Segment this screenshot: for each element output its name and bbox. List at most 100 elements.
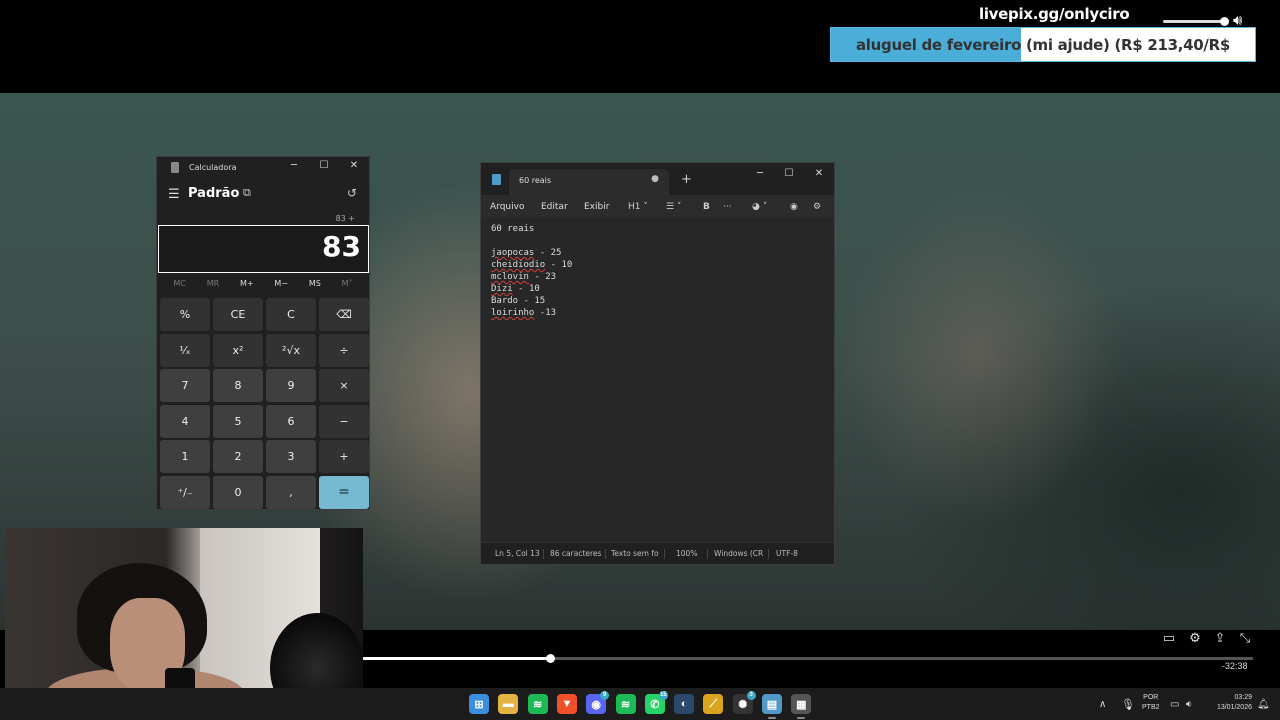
negate-button[interactable]: ⁺/₋ — [160, 475, 210, 509]
brave-icon[interactable]: ▼ — [556, 694, 577, 714]
microphone-icon[interactable]: 🎙︎ — [1121, 688, 1135, 720]
digit-1-button[interactable]: 1 — [160, 440, 210, 473]
maximize-button[interactable]: ☐ — [317, 160, 331, 171]
backspace-button[interactable]: ⌫ — [319, 298, 369, 331]
multiply-button[interactable]: × — [319, 369, 369, 402]
volume-knob[interactable] — [1220, 17, 1229, 26]
zoom-level[interactable]: 100% — [676, 549, 697, 558]
tray-overflow-icon[interactable]: ∧ — [1099, 688, 1106, 720]
menu-exibir[interactable]: Exibir — [584, 196, 609, 218]
menu-arquivo[interactable]: Arquivo — [490, 196, 524, 218]
text-line: cheidiodio - 10 — [491, 259, 821, 271]
digit-7-button[interactable]: 7 — [160, 369, 210, 402]
list-dropdown-icon[interactable]: ☰ ˅ — [666, 196, 681, 218]
square-button[interactable]: x² — [213, 333, 263, 367]
decimal-button[interactable]: , — [266, 475, 316, 509]
seek-bar-knob[interactable] — [545, 654, 555, 663]
clear-entry-button[interactable]: CE — [213, 298, 263, 331]
notepad-tab-title: 60 reais — [519, 176, 552, 185]
digit-0-button[interactable]: 0 — [213, 475, 263, 509]
bold-button[interactable]: B — [703, 196, 710, 218]
notepad-titlebar[interactable]: 60 reais ● + ─ ☐ ✕ — [481, 163, 834, 195]
digit-2-button[interactable]: 2 — [213, 440, 263, 473]
calculator-titlebar[interactable]: Calculadora ─ ☐ ✕ — [157, 157, 369, 179]
divide-button[interactable]: ÷ — [319, 333, 369, 367]
notepad-settings-icon[interactable]: ⚙ — [813, 196, 821, 218]
digit-4-button[interactable]: 4 — [160, 404, 210, 438]
calculator-keypad: % CE C ⌫ ¹⁄ₓ x² ²√x ÷ 7 8 9 × 4 5 6− 1 2 3 + ⁺/₋ 0, = — [160, 298, 369, 509]
windows-start-icon[interactable]: ⊞ — [469, 694, 489, 714]
whatsapp-icon[interactable]: ✆ 15 — [644, 691, 668, 714]
network-icon[interactable]: ▭ — [1170, 688, 1179, 720]
chatgpt-icon[interactable]: ✺ 3 — [732, 691, 756, 714]
layout-label: PTB2 — [1142, 704, 1160, 711]
equals-button[interactable]: = — [319, 475, 369, 509]
text-run: Bardo - 15 — [491, 296, 546, 306]
memory-button[interactable]: M− — [274, 279, 288, 295]
history-icon[interactable]: ↺ — [347, 186, 357, 200]
keyboard-language[interactable]: POR PTB2 — [1142, 693, 1160, 713]
calculator-icon[interactable]: ▦ — [791, 694, 812, 714]
hamburger-menu-icon[interactable]: ☰ — [168, 187, 180, 202]
notepad-tab[interactable]: 60 reais ● — [509, 169, 669, 195]
add-button[interactable]: + — [319, 440, 369, 473]
subtract-button[interactable]: − — [319, 404, 369, 438]
text-format: Texto sem fo — [611, 549, 659, 558]
digit-9-button[interactable]: 9 — [266, 369, 316, 402]
memory-button[interactable]: M+ — [240, 279, 254, 295]
speaker-icon[interactable]: 🔉︎ — [1186, 688, 1192, 720]
memory-button[interactable]: MR — [207, 279, 219, 295]
status-divider — [543, 549, 544, 559]
text-line: jaopocas - 25 — [491, 247, 821, 259]
percent-button[interactable]: % — [160, 298, 210, 331]
more-tools-button[interactable]: ··· — [723, 196, 732, 218]
exit-fullscreen-icon[interactable]: ⤡ — [1236, 630, 1254, 646]
notepad-maximize-button[interactable]: ☐ — [782, 168, 796, 179]
clock-time: 03:29 — [1234, 694, 1252, 701]
memory-button[interactable]: MC — [173, 279, 186, 295]
spotify-2-icon[interactable]: ≋ — [615, 694, 636, 714]
memory-button[interactable]: M˅ — [342, 279, 353, 295]
unsaved-dot-icon[interactable]: ● — [651, 174, 659, 184]
clear-button[interactable]: C — [266, 298, 316, 331]
square-root-button[interactable]: ²√x — [266, 333, 316, 367]
share-icon[interactable]: ⇪ — [1211, 630, 1229, 646]
arrow-app-icon[interactable]: ⟋ — [703, 694, 724, 714]
digit-8-button[interactable]: 8 — [213, 369, 263, 402]
new-tab-button[interactable]: + — [681, 172, 692, 187]
notepad-icon[interactable]: ▤ — [762, 694, 782, 714]
file-explorer-icon[interactable]: ▬ — [498, 694, 519, 714]
minimize-button[interactable]: ─ — [287, 160, 301, 171]
account-avatar-icon[interactable]: ◉ — [790, 196, 798, 218]
misspelled-word: loirinho — [491, 308, 535, 318]
seek-bar[interactable] — [363, 654, 1253, 663]
copilot-icon[interactable]: ◕ ˅ — [752, 196, 767, 218]
close-button[interactable]: ✕ — [347, 160, 361, 171]
subtitles-icon[interactable]: ▭ — [1160, 630, 1178, 646]
notepad-close-button[interactable]: ✕ — [812, 168, 826, 179]
digit-3-button[interactable]: 3 — [266, 440, 316, 473]
keep-on-top-icon[interactable]: ⧉ — [243, 186, 251, 200]
notification-bell-icon[interactable]: 🔔︎ — [1257, 688, 1270, 720]
seek-bar-fill — [363, 657, 550, 660]
notification-badge: 15 — [658, 691, 668, 700]
notepad-minimize-button[interactable]: ─ — [753, 168, 767, 179]
clock[interactable]: 03:29 13/01/2026 — [1204, 693, 1252, 713]
character-count: 86 caracteres — [550, 549, 602, 558]
digit-6-button[interactable]: 6 — [266, 404, 316, 438]
active-app-indicator — [768, 717, 776, 719]
desktop: livepix.gg/onlyciro 🔊︎ aluguel de fevere… — [0, 0, 1280, 720]
reciprocal-button[interactable]: ¹⁄ₓ — [160, 333, 210, 367]
menu-editar[interactable]: Editar — [541, 196, 568, 218]
volume-slider[interactable] — [1163, 17, 1229, 26]
notepad-text-area[interactable]: 60 reais jaopocas - 25 cheidiodio - 10 mclo… — [491, 223, 821, 319]
digit-5-button[interactable]: 5 — [213, 404, 263, 438]
steam-icon[interactable]: ◐ — [674, 694, 695, 714]
spotify-icon[interactable]: ≋ — [527, 694, 548, 714]
taskbar: ∧ 🎙︎ POR PTB2 ▭ 🔉︎ 03:29 13/01/2026 🔔︎ ⊞… — [0, 688, 1280, 720]
memory-button[interactable]: MS — [309, 279, 321, 295]
encoding: UTF-8 — [776, 549, 798, 558]
discord-icon[interactable]: ◉ 9 — [586, 691, 610, 714]
heading-dropdown[interactable]: H1 ˅ — [628, 196, 648, 218]
settings-icon[interactable]: ⚙ — [1186, 630, 1204, 646]
